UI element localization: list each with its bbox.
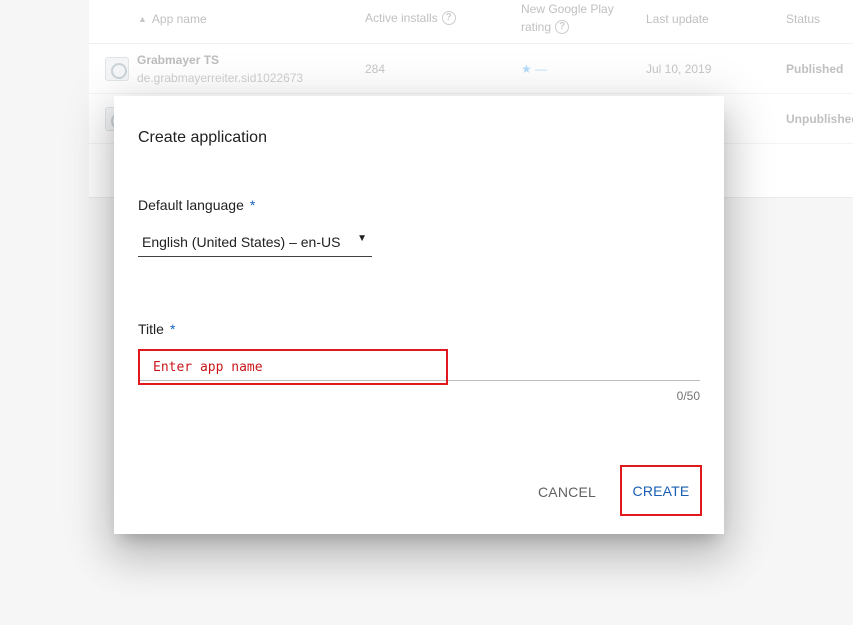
default-language-value: English (United States) – en-US [142,234,341,250]
title-label-text: Title [138,321,164,337]
title-label: Title * [138,321,175,337]
dialog-title: Create application [138,129,267,146]
dropdown-arrow-icon: ▼ [357,233,367,244]
create-button[interactable]: CREATE [620,465,702,516]
default-language-select[interactable]: English (United States) – en-US ▼ [138,228,372,257]
character-counter: 0/50 [676,389,700,403]
cancel-button[interactable]: CANCEL [526,476,608,508]
default-language-label: Default language * [138,197,255,213]
required-indicator: * [249,197,256,213]
default-language-label-text: Default language [138,197,244,213]
app-title-input[interactable] [138,349,448,385]
required-indicator: * [169,321,176,337]
create-application-dialog: Create application Default language * Eng… [114,96,724,534]
